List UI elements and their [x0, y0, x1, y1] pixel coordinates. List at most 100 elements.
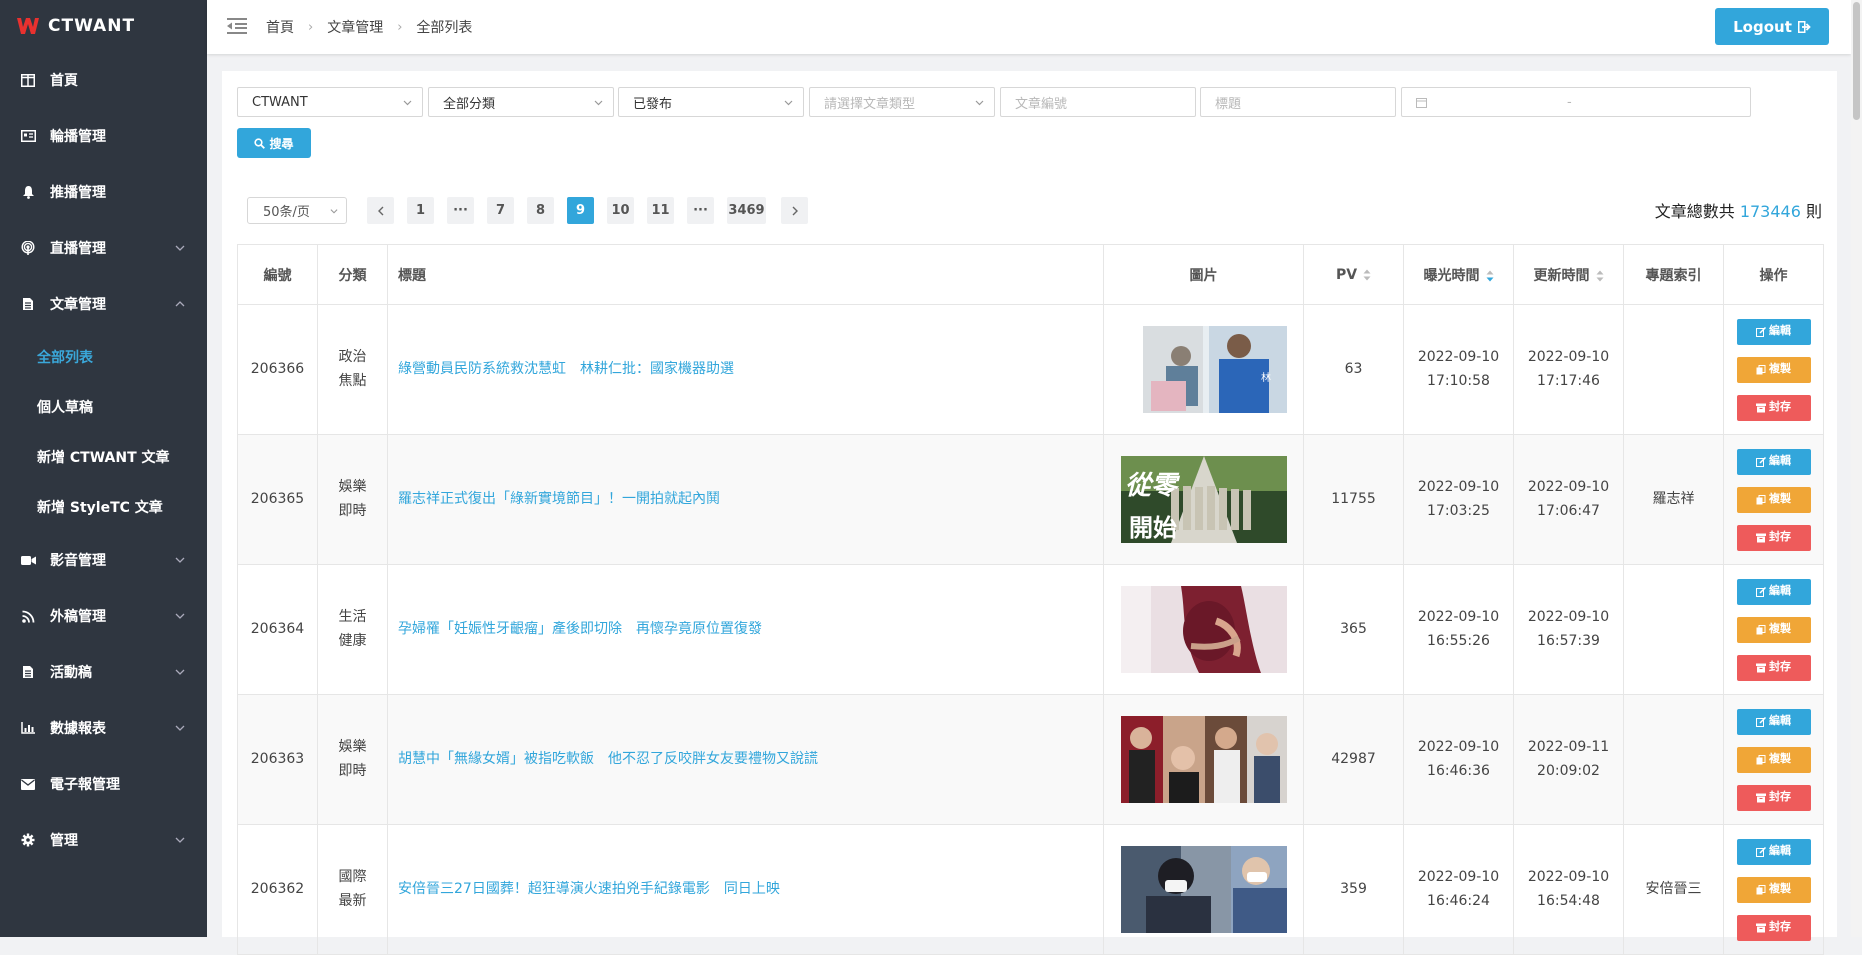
page-ellipsis[interactable]: ···: [687, 197, 714, 224]
exposure-time: 16:55:26: [1427, 632, 1490, 649]
copy-button[interactable]: 複製: [1736, 746, 1811, 773]
col-header-image: 圖片: [1103, 244, 1304, 305]
site-select[interactable]: CTWANT: [237, 87, 423, 117]
archive-icon: [1756, 663, 1766, 672]
sidebar-item-live[interactable]: 直播管理: [0, 220, 207, 276]
menu-fold-icon[interactable]: [227, 17, 247, 35]
chevron-down-icon: [594, 100, 603, 106]
sidebar-item-push[interactable]: 推播管理: [0, 164, 207, 220]
sidebar-item-carousel[interactable]: 輪播管理: [0, 108, 207, 164]
page-button[interactable]: 8: [527, 197, 554, 224]
copy-button[interactable]: 複製: [1736, 356, 1811, 383]
page-button-last[interactable]: 3469: [727, 197, 766, 224]
page-button[interactable]: 1: [407, 197, 434, 224]
cell-pv: 359: [1303, 824, 1404, 955]
article-type-select[interactable]: 請選擇文章類型: [809, 87, 995, 117]
updated-time: 16:54:48: [1537, 892, 1600, 909]
col-header-updated-label: 更新時間: [1533, 267, 1590, 284]
sidebar-item-label: 影音管理: [50, 553, 106, 569]
page-button[interactable]: 10: [607, 197, 634, 224]
breadcrumb-articles[interactable]: 文章管理: [327, 17, 383, 37]
article-title-link[interactable]: 安倍晉三27日國葬！超狂導演火速拍兇手紀錄電影 同日上映: [398, 881, 780, 897]
article-title-link[interactable]: 綠營動員民防系統救沈慧虹 林耕仁批：國家機器助選: [398, 361, 734, 377]
article-title-link[interactable]: 孕婦罹「妊娠性牙齦瘤」產後即切除 再懷孕竟原位置復發: [398, 621, 762, 637]
archive-button[interactable]: 封存: [1736, 524, 1811, 551]
date-range-picker[interactable]: -: [1401, 87, 1751, 117]
page-size-select[interactable]: 50条/页: [247, 197, 347, 224]
next-page-button[interactable]: [781, 197, 808, 224]
sidebar-subitem-all-list[interactable]: 全部列表: [0, 332, 207, 382]
category-select[interactable]: 全部分類: [428, 87, 614, 117]
copy-button[interactable]: 複製: [1736, 616, 1811, 643]
col-header-ops: 操作: [1723, 244, 1824, 305]
article-thumbnail[interactable]: 林: [1120, 326, 1287, 413]
prev-page-button[interactable]: [367, 197, 394, 224]
archive-label: 封存: [1769, 920, 1791, 934]
copy-button[interactable]: 複製: [1736, 486, 1811, 513]
copy-button[interactable]: 複製: [1736, 876, 1811, 903]
sidebar-item-reports[interactable]: 數據報表: [0, 700, 207, 756]
sidebar-subitem-drafts[interactable]: 個人草稿: [0, 382, 207, 432]
sidebar-subitem-new-styletc[interactable]: 新增 StyleTC 文章: [0, 482, 207, 532]
rss-icon: [20, 608, 36, 624]
cell-pv: 63: [1303, 304, 1404, 435]
edit-button[interactable]: 編輯: [1736, 838, 1811, 865]
sidebar-subitem-new-ctwant[interactable]: 新增 CTWANT 文章: [0, 432, 207, 482]
article-thumbnail[interactable]: [1120, 716, 1287, 803]
article-title-link[interactable]: 羅志祥正式復出「綠新實境節目」！一開拍就起內鬨: [398, 491, 720, 507]
cell-updated: 2022-09-10 17:06:47: [1513, 434, 1624, 565]
copy-label: 複製: [1769, 622, 1791, 636]
sidebar-item-events[interactable]: 活動稿: [0, 644, 207, 700]
sidebar-item-admin[interactable]: 管理: [0, 812, 207, 868]
archive-button[interactable]: 封存: [1736, 654, 1811, 681]
search-button[interactable]: 搜尋: [237, 128, 311, 158]
article-id-input[interactable]: 文章編號: [1000, 87, 1196, 117]
page-button[interactable]: 7: [487, 197, 514, 224]
title-input[interactable]: 標題: [1200, 87, 1396, 117]
page-scrollbar[interactable]: [1851, 0, 1862, 937]
sidebar-item-label: 輪播管理: [50, 129, 106, 145]
sort-icon: [1596, 270, 1603, 281]
edit-button[interactable]: 編輯: [1736, 708, 1811, 735]
article-thumbnail[interactable]: [1120, 846, 1287, 933]
sign-out-icon: [1797, 20, 1811, 33]
page-button-current[interactable]: 9: [567, 197, 594, 224]
cell-id: 206363: [237, 694, 318, 825]
cell-topic: 羅志祥: [1623, 434, 1724, 565]
copy-label: 複製: [1769, 362, 1791, 376]
sidebar-item-video[interactable]: 影音管理: [0, 532, 207, 588]
breadcrumb-home[interactable]: 首頁: [266, 17, 294, 37]
edit-button[interactable]: 編輯: [1736, 578, 1811, 605]
cell-topic: [1623, 694, 1724, 825]
updated-date: 2022-09-11: [1527, 739, 1610, 756]
article-title-link[interactable]: 胡慧中「無緣女婿」被指吃軟飯 他不忍了反咬胖女友要禮物又說謊: [398, 751, 818, 767]
scrollbar-thumb[interactable]: [1853, 2, 1860, 120]
edit-button[interactable]: 編輯: [1736, 448, 1811, 475]
app-name: CTWANT: [48, 16, 136, 36]
page-ellipsis[interactable]: ···: [447, 197, 474, 224]
col-header-exposure[interactable]: 曝光時間: [1403, 244, 1514, 305]
sidebar-item-articles[interactable]: 文章管理: [0, 276, 207, 332]
edit-button[interactable]: 編輯: [1736, 318, 1811, 345]
col-header-pv[interactable]: PV: [1303, 244, 1404, 305]
logout-button[interactable]: Logout: [1715, 8, 1829, 45]
exposure-time: 16:46:24: [1427, 892, 1490, 909]
archive-button[interactable]: 封存: [1736, 784, 1811, 811]
col-header-updated[interactable]: 更新時間: [1513, 244, 1624, 305]
archive-button[interactable]: 封存: [1736, 394, 1811, 421]
updated-date: 2022-09-10: [1527, 479, 1610, 496]
envelope-icon: [20, 776, 36, 792]
status-select[interactable]: 已發布: [618, 87, 804, 117]
video-icon: [20, 552, 36, 568]
logo[interactable]: CTWANT: [0, 0, 207, 52]
chevron-down-icon: [330, 209, 338, 214]
file-icon: [20, 296, 36, 312]
article-thumbnail[interactable]: [1120, 586, 1287, 673]
sidebar-item-newsletter[interactable]: 電子報管理: [0, 756, 207, 812]
ctwant-logo-icon: [17, 18, 39, 34]
page-button[interactable]: 11: [647, 197, 674, 224]
sidebar-item-external[interactable]: 外稿管理: [0, 588, 207, 644]
article-thumbnail[interactable]: 從零 開始: [1120, 456, 1287, 543]
sidebar-item-home[interactable]: 首頁: [0, 52, 207, 108]
category-sub: 焦點: [338, 372, 367, 389]
